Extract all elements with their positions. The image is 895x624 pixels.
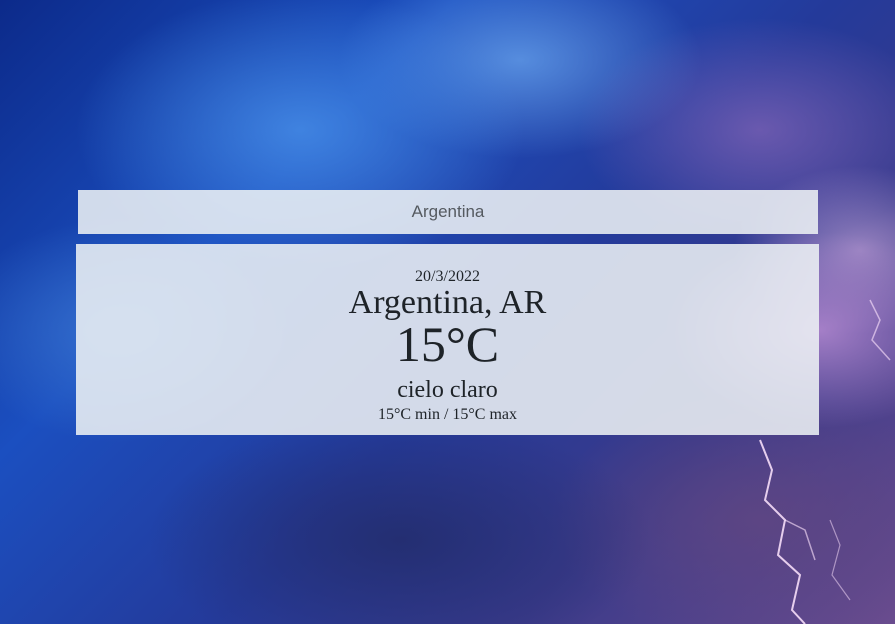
weather-card: 20/3/2022 Argentina, AR 15°C cielo claro… xyxy=(76,244,819,435)
search-input-value: Argentina xyxy=(411,202,485,221)
weather-description: cielo claro xyxy=(397,377,498,403)
weather-location: Argentina, AR xyxy=(348,284,547,321)
weather-temperature: 15°C xyxy=(395,316,500,372)
search-input[interactable]: Argentina xyxy=(78,190,818,234)
weather-min-max: 15°C min / 15°C max xyxy=(377,406,518,423)
